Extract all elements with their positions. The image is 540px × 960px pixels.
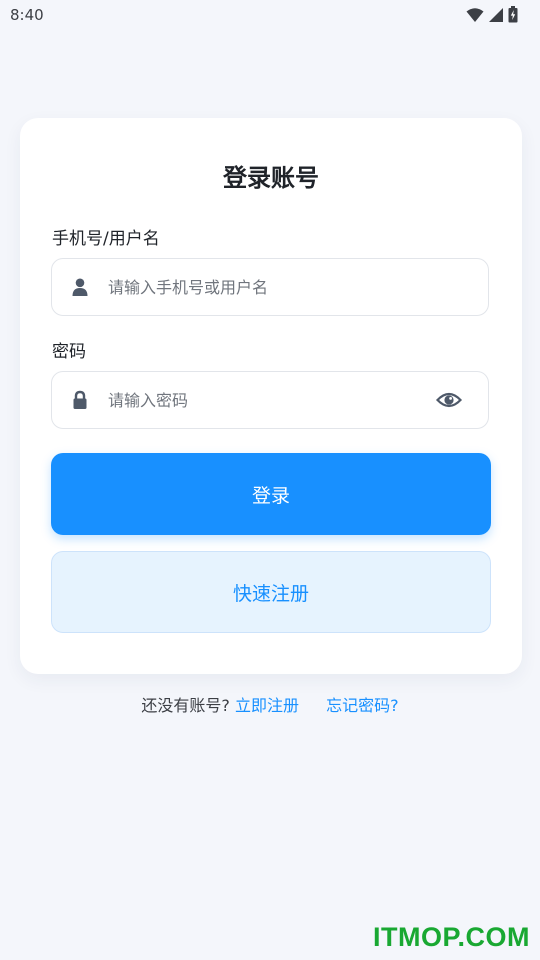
password-label: 密码: [52, 342, 86, 362]
account-input-box[interactable]: [51, 258, 489, 316]
page-title: 登录账号: [223, 164, 319, 192]
login-button[interactable]: 登录: [51, 453, 491, 535]
footer-links: 还没有账号? 立即注册 忘记密码?: [0, 692, 540, 716]
password-input[interactable]: [108, 372, 428, 428]
login-card: 登录账号 手机号/用户名 密码 登录 快速注册: [20, 118, 522, 674]
register-now-link[interactable]: 立即注册: [235, 696, 299, 715]
account-label: 手机号/用户名: [52, 229, 160, 249]
password-input-box[interactable]: [51, 371, 489, 429]
status-icons: [466, 6, 518, 23]
lock-icon: [73, 390, 87, 409]
battery-charging-icon: [508, 6, 518, 23]
cellular-signal-icon: [489, 7, 503, 22]
quick-register-button[interactable]: 快速注册: [51, 551, 491, 633]
status-time: 8:40: [10, 6, 44, 24]
wifi-icon: [466, 7, 484, 22]
watermark: ITMOP.COM: [372, 922, 530, 952]
status-bar: 8:40: [0, 0, 540, 32]
no-account-prompt: 还没有账号?: [141, 696, 230, 715]
forgot-password-link[interactable]: 忘记密码?: [326, 696, 399, 715]
user-icon: [72, 278, 88, 296]
account-input[interactable]: [108, 259, 428, 315]
eye-icon[interactable]: [436, 389, 462, 411]
